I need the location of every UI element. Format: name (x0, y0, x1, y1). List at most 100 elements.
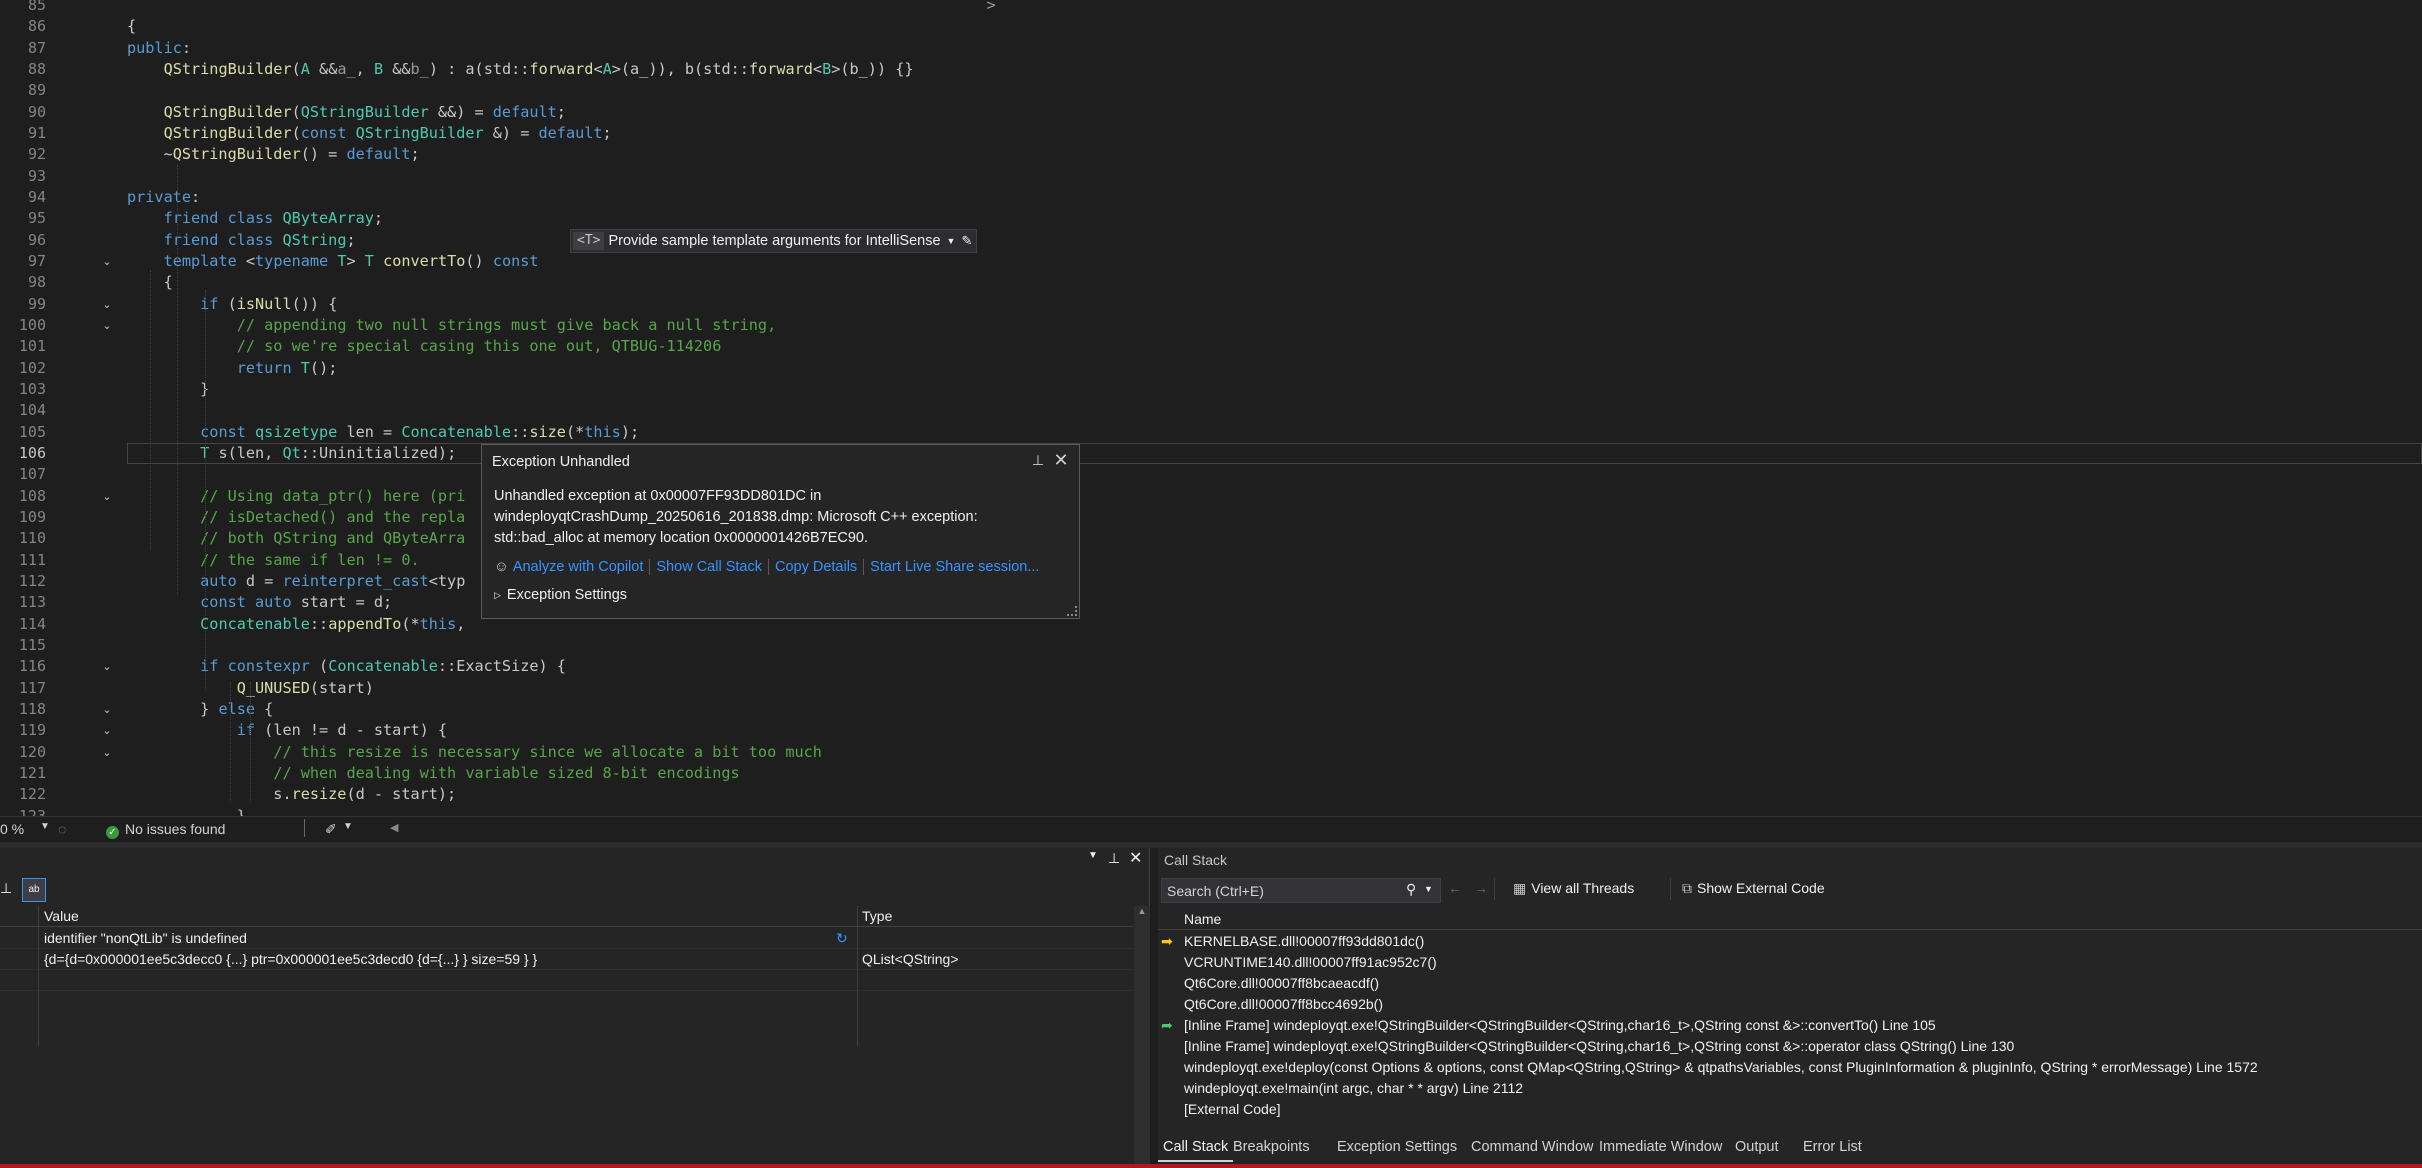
code-line[interactable]: 94 private: (0, 187, 2422, 208)
code-line[interactable]: 106 T s(len, Qt::Uninitialized);✕ (0, 442, 2422, 464)
edit-pencil-icon[interactable]: ✎ (961, 233, 972, 249)
fold-chevron-icon[interactable]: ⌄ (101, 491, 113, 503)
code-line[interactable]: 95 friend class QByteArray; (0, 208, 2422, 229)
brush-icon[interactable]: ✐ (325, 821, 337, 838)
code-line[interactable]: 102 return T(); (0, 358, 2422, 379)
stack-frame[interactable]: [External Code] (1158, 1099, 2422, 1120)
back-arrow-icon[interactable]: ← (1448, 880, 1462, 896)
code-line[interactable]: 96 friend class QString; (0, 230, 2422, 251)
fold-chevron-icon[interactable]: ⌄ (101, 661, 113, 673)
forward-arrow-icon[interactable]: → (1474, 880, 1488, 896)
code-line[interactable]: 115 (0, 635, 2422, 656)
close-icon[interactable]: ✕ (1050, 449, 1072, 471)
column-divider[interactable] (857, 906, 858, 1046)
code-line[interactable]: 104 (0, 400, 2422, 421)
view-all-threads-button[interactable]: ▦ View all Threads (1513, 880, 1634, 897)
scroll-up-icon[interactable]: ▲ (1134, 906, 1150, 916)
refresh-icon[interactable]: ↻ (836, 930, 848, 947)
pin-icon[interactable]: ⊥ (1027, 449, 1049, 471)
tab-breakpoints[interactable]: Breakpoints (1228, 1135, 1315, 1162)
code-line[interactable]: 99 ⌄ if (isNull()) { (0, 294, 2422, 315)
fold-chevron-icon[interactable]: ⌄ (101, 299, 113, 311)
code-line[interactable]: 111 // the same if len != 0. (0, 550, 2422, 571)
code-line[interactable]: 107 (0, 464, 2422, 485)
show-call-stack-link[interactable]: Show Call Stack (656, 559, 762, 575)
analyze-with-copilot-link[interactable]: Analyze with Copilot (513, 559, 644, 575)
code-line[interactable]: 120 ⌄ // this resize is necessary since w… (0, 742, 2422, 763)
tab-call-stack[interactable]: Call Stack (1158, 1135, 1234, 1162)
code-line[interactable]: 91 QStringBuilder(const QStringBuilder &… (0, 123, 2422, 144)
pin-icon[interactable]: ⊥ (0, 880, 12, 897)
code-line[interactable]: 110 // both QString and QByteArra (0, 528, 2422, 549)
window-menu-icon[interactable]: ▼ (1088, 850, 1098, 861)
code-line[interactable]: 93 (0, 166, 2422, 187)
type-column-header[interactable]: Type (862, 908, 892, 924)
table-row[interactable] (0, 970, 1133, 991)
stack-frame[interactable]: ➦ [Inline Frame] windeployqt.exe!QStringB… (1158, 1015, 2422, 1036)
stack-frame[interactable]: ➡ KERNELBASE.dll!00007ff93dd801dc() (1158, 931, 2422, 952)
code-line[interactable]: 108 ⌄ // Using data_ptr() here (pri (0, 486, 2422, 507)
close-icon[interactable]: ✕ (1129, 848, 1142, 868)
tab-exception-settings[interactable]: Exception Settings (1332, 1135, 1462, 1162)
zoom-dropdown-icon[interactable]: ▼ (40, 821, 50, 832)
tab-output[interactable]: Output (1730, 1135, 1784, 1162)
pin-icon[interactable]: ⊥ (1108, 850, 1120, 867)
issues-indicator[interactable]: ✓ No issues found (106, 821, 225, 839)
code-line[interactable]: 103 } (0, 379, 2422, 400)
code-line[interactable]: 87 public: (0, 38, 2422, 59)
table-row[interactable]: identifier "nonQtLib" is undefined ↻ (0, 928, 1133, 949)
code-line[interactable]: 122 s.resize(d - start); (0, 784, 2422, 805)
code-line[interactable]: 90 QStringBuilder(QStringBuilder &&) = d… (0, 102, 2422, 123)
template-arguments-hint[interactable]: <T> Provide sample template arguments fo… (570, 229, 978, 253)
live-share-link[interactable]: Start Live Share session... (870, 559, 1039, 575)
search-input[interactable]: Search (Ctrl+E) (1167, 883, 1264, 899)
hex-display-icon[interactable]: ab (22, 878, 46, 902)
stack-frame[interactable]: [Inline Frame] windeployqt.exe!QStringBu… (1158, 1036, 2422, 1057)
fold-chevron-icon[interactable]: ⌄ (101, 320, 113, 332)
code-line[interactable]: 118 ⌄ } else { (0, 699, 2422, 720)
vertical-scrollbar[interactable]: ▲ (1134, 906, 1150, 1168)
code-line[interactable]: 116 ⌄ if constexpr (Concatenable::ExactSi… (0, 656, 2422, 677)
tab-command-window[interactable]: Command Window (1466, 1135, 1599, 1162)
name-column-header[interactable]: Name (1184, 911, 1221, 927)
fold-chevron-icon[interactable]: ⌄ (101, 725, 113, 737)
code-line[interactable]: 105 const qsizetype len = Concatenable::… (0, 422, 2422, 443)
exception-settings-expander[interactable]: ▷ Exception Settings (494, 587, 627, 603)
tab-error-list[interactable]: Error List (1798, 1135, 1867, 1162)
code-line[interactable]: 89 (0, 80, 2422, 101)
column-divider[interactable] (38, 906, 39, 1046)
stack-frame[interactable]: windeployqt.exe!deploy(const Options & o… (1158, 1057, 2422, 1078)
code-line[interactable]: 112 auto d = reinterpret_cast<typ (0, 571, 2422, 592)
code-line[interactable]: 100 ⌄ // appending two null strings must … (0, 315, 2422, 336)
fold-chevron-icon[interactable]: ⌄ (101, 747, 113, 759)
code-line[interactable]: 117 Q_UNUSED(start) (0, 678, 2422, 699)
call-stack-search[interactable]: Search (Ctrl+E) ⚲ ▼ (1161, 878, 1441, 903)
show-external-code-button[interactable]: ⧉ Show External Code (1682, 880, 1825, 897)
fold-chevron-icon[interactable]: ⌄ (101, 256, 113, 268)
fold-chevron-icon[interactable]: ⌄ (101, 704, 113, 716)
code-line[interactable]: 92 ~QStringBuilder() = default; (0, 144, 2422, 165)
search-icon[interactable]: ⚲ (1406, 881, 1416, 898)
code-line[interactable]: 114 Concatenable::appendTo(*this, (0, 614, 2422, 635)
dropdown-caret-icon[interactable]: ▼ (947, 236, 956, 246)
value-column-header[interactable]: Value (44, 908, 79, 924)
code-editor[interactable]: 85 >86{87 public: 88 QStringBuilder(A &&a_… (0, 0, 2422, 816)
code-line[interactable]: 123 } (0, 806, 2422, 816)
tab-immediate-window[interactable]: Immediate Window (1594, 1135, 1727, 1162)
stack-frame[interactable]: Qt6Core.dll!00007ff8bcaeacdf() (1158, 973, 2422, 994)
code-line[interactable]: 98 { (0, 272, 2422, 293)
code-line[interactable]: 85 > (0, 0, 2422, 16)
intellicode-icon[interactable]: ◌ (58, 821, 66, 837)
stack-frame[interactable]: VCRUNTIME140.dll!00007ff91ac952c7() (1158, 952, 2422, 973)
brush-dropdown-icon[interactable]: ▼ (343, 821, 353, 832)
code-line[interactable]: 88 QStringBuilder(A &&a_, B &&b_) : a(st… (0, 59, 2422, 80)
code-line[interactable]: 109 // isDetached() and the repla (0, 507, 2422, 528)
code-line[interactable]: 113 const auto start = d; (0, 592, 2422, 613)
code-line[interactable]: 86 { (0, 16, 2422, 37)
stack-frame[interactable]: Qt6Core.dll!00007ff8bcc4692b() (1158, 994, 2422, 1015)
stack-frame[interactable]: windeployqt.exe!main(int argc, char * * … (1158, 1078, 2422, 1099)
code-line[interactable]: 119 ⌄ if (len != d - start) { (0, 720, 2422, 741)
code-line[interactable]: 97 ⌄ template <typename T> T convertTo() … (0, 251, 2422, 272)
zoom-level[interactable]: 0 % (0, 821, 24, 837)
code-line[interactable]: 121 // when dealing with variable sized … (0, 763, 2422, 784)
